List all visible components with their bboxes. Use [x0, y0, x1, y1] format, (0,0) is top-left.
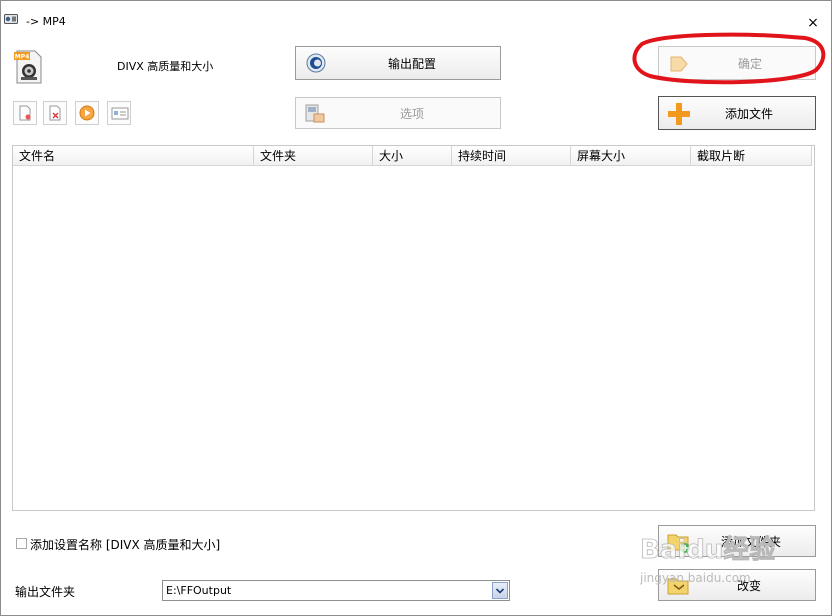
info-icon	[111, 107, 129, 120]
new-file-button[interactable]	[13, 101, 37, 125]
app-icon	[4, 14, 18, 24]
mp4-format-icon: MP4	[14, 50, 42, 84]
play-icon	[79, 105, 95, 121]
film-save-icon	[305, 104, 325, 123]
settings-name-label: 添加设置名称 [DIVX 高质量和大小]	[30, 538, 221, 552]
ok-label: 确定	[738, 56, 763, 71]
options-label: 选项	[400, 106, 425, 121]
chevron-down-icon	[495, 588, 505, 594]
window-title: -> MP4	[26, 15, 66, 28]
new-file-icon	[19, 105, 31, 121]
settings-name-checkbox[interactable]	[16, 538, 27, 549]
add-file-label: 添加文件	[725, 106, 774, 121]
change-button[interactable]: 改变	[658, 569, 816, 601]
combo-dropdown-button[interactable]	[492, 582, 508, 599]
ok-arrow-icon	[670, 56, 688, 72]
gear-icon	[306, 53, 326, 73]
play-button[interactable]	[75, 101, 99, 125]
column-header-size[interactable]: 大小	[373, 146, 452, 166]
output-folder-label: 输出文件夹	[15, 585, 76, 599]
column-header-duration[interactable]: 持续时间	[452, 146, 571, 166]
column-header-screen-size[interactable]: 屏幕大小	[571, 146, 691, 166]
title-bar: -> MP4 ×	[0, 4, 832, 34]
info-button[interactable]	[107, 101, 131, 125]
folder-change-icon	[667, 578, 689, 595]
preset-label: DIVX 高质量和大小	[117, 60, 214, 73]
output-config-button[interactable]: 输出配置	[295, 46, 501, 80]
delete-button[interactable]	[43, 101, 67, 125]
table-header: 文件名 文件夹 大小 持续时间 屏幕大小 截取片断	[13, 146, 812, 166]
add-folder-label: 添加文件夹	[721, 534, 782, 549]
close-button[interactable]: ×	[803, 14, 823, 32]
output-folder-combo[interactable]: E:\FFOutput	[162, 580, 510, 601]
add-folder-button[interactable]: 添加文件夹	[658, 525, 816, 557]
change-label: 改变	[737, 578, 762, 593]
delete-icon	[49, 105, 61, 121]
column-header-filename[interactable]: 文件名	[13, 146, 254, 166]
format-badge-text: MP4	[15, 54, 30, 61]
folder-add-icon	[667, 534, 690, 553]
options-button[interactable]: 选项	[295, 97, 501, 129]
add-file-button[interactable]: 添加文件	[658, 96, 816, 130]
output-folder-value: E:\FFOutput	[166, 584, 232, 597]
column-header-clip[interactable]: 截取片断	[691, 146, 812, 166]
ok-button[interactable]: 确定	[658, 46, 816, 80]
file-list-table[interactable]: 文件名 文件夹 大小 持续时间 屏幕大小 截取片断	[12, 145, 815, 511]
column-header-folder[interactable]: 文件夹	[254, 146, 373, 166]
output-config-label: 输出配置	[388, 56, 437, 71]
plus-icon	[668, 103, 690, 125]
